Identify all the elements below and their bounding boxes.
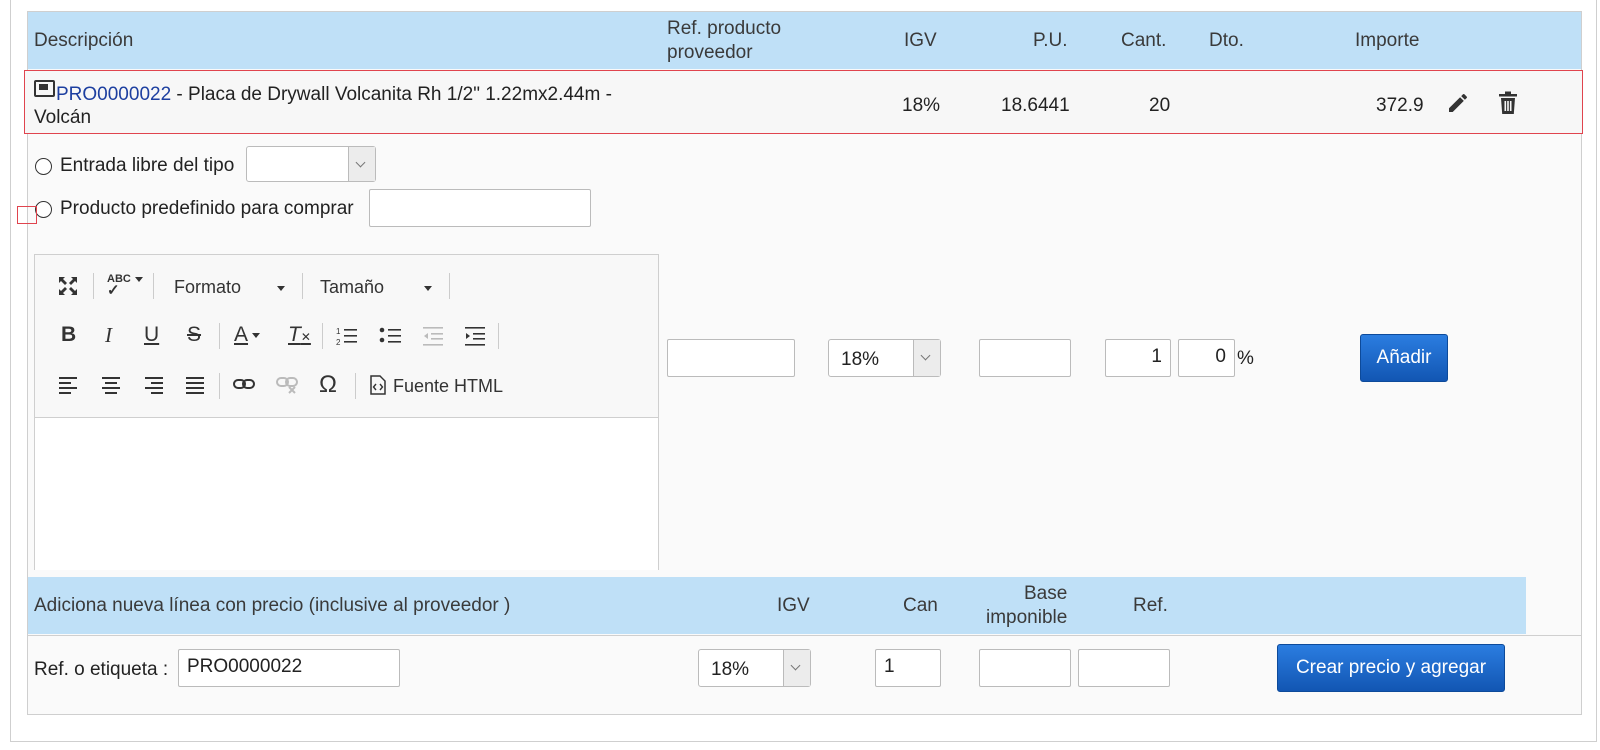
link-icon[interactable] xyxy=(233,376,255,392)
remove-format-icon[interactable]: T✕ xyxy=(288,323,311,347)
col-importe: Importe xyxy=(1355,30,1420,51)
align-center-icon[interactable] xyxy=(101,376,121,394)
toolbar-separator xyxy=(355,373,356,399)
strikethrough-icon[interactable]: S xyxy=(187,323,201,347)
bold-icon[interactable]: B xyxy=(61,323,76,347)
italic-icon[interactable]: I xyxy=(105,323,112,348)
col-pu: P.U. xyxy=(1033,30,1068,51)
col-cant: Cant. xyxy=(1121,30,1167,51)
unlink-icon xyxy=(276,377,298,394)
add-button[interactable]: Añadir xyxy=(1360,334,1448,382)
price-header: Adiciona nueva línea con precio (inclusi… xyxy=(28,577,1526,634)
price-col-base-l2: imponible xyxy=(986,607,1068,628)
spellcheck-icon[interactable]: ABC ✓ xyxy=(107,273,143,298)
caret-down-icon xyxy=(277,285,286,291)
percent-sign: % xyxy=(1237,348,1254,369)
toolbar-separator xyxy=(93,273,94,299)
source-code-icon xyxy=(370,375,386,395)
igv-select[interactable]: 18% xyxy=(828,339,941,377)
chevron-down-icon xyxy=(348,147,375,181)
taxable-base-input[interactable] xyxy=(979,649,1071,687)
toolbar-separator xyxy=(302,273,303,299)
price-col-can: Can xyxy=(903,595,938,616)
price-ref-input[interactable] xyxy=(1078,649,1170,687)
pencil-icon[interactable] xyxy=(1446,91,1470,115)
toolbar-separator xyxy=(153,273,154,299)
special-char-icon[interactable]: Ω xyxy=(319,371,337,399)
editor-text-area[interactable] xyxy=(35,417,658,570)
bulleted-list-icon[interactable] xyxy=(379,325,403,347)
col-descripcion: Descripción xyxy=(34,30,134,51)
product-icon xyxy=(34,80,55,97)
text-color-icon[interactable]: A xyxy=(234,323,261,347)
price-igv-select[interactable]: 18% xyxy=(698,649,811,687)
price-col-ref: Ref. xyxy=(1133,595,1168,616)
align-left-icon[interactable] xyxy=(59,376,79,394)
line-pu: 18.6441 xyxy=(1001,95,1070,116)
toolbar-separator xyxy=(219,373,220,399)
svg-text:2: 2 xyxy=(336,338,341,347)
trash-icon[interactable] xyxy=(1497,91,1519,115)
table-header: Descripción Ref. producto proveedor IGV … xyxy=(28,12,1581,69)
product-ref-link[interactable]: PRO0000022 xyxy=(56,84,171,105)
free-entry-type-select[interactable] xyxy=(246,146,376,182)
toolbar-separator xyxy=(498,323,499,349)
numbered-list-icon[interactable]: 1 2 xyxy=(335,325,359,347)
maximize-icon[interactable] xyxy=(57,275,79,297)
toolbar-separator xyxy=(449,273,450,299)
line-description: PRO0000022 - Placa de Drywall Volcanita … xyxy=(34,80,674,129)
price-col-igv: IGV xyxy=(777,595,810,616)
svg-text:1: 1 xyxy=(336,327,341,336)
html-source-button[interactable]: Fuente HTML xyxy=(369,375,503,397)
predefined-product-label: Producto predefinido para comprar xyxy=(60,198,354,219)
col-dto: Dto. xyxy=(1209,30,1244,51)
free-entry-label: Entrada libre del tipo xyxy=(60,155,235,176)
chevron-down-icon xyxy=(783,650,810,686)
price-header-title: Adiciona nueva línea con precio (inclusi… xyxy=(34,595,511,616)
line-qty: 20 xyxy=(1149,95,1171,116)
predefined-product-radio[interactable] xyxy=(35,201,52,218)
discount-input[interactable]: 0 xyxy=(1178,339,1235,377)
col-ref-producto-l2: proveedor xyxy=(667,42,753,63)
unit-price-input[interactable] xyxy=(979,339,1071,377)
quantity-input[interactable]: 1 xyxy=(1105,339,1171,377)
col-igv: IGV xyxy=(904,30,937,51)
predefined-product-input[interactable] xyxy=(369,189,591,227)
create-price-button[interactable]: Crear precio y agregar xyxy=(1277,644,1505,692)
supplier-ref-input[interactable] xyxy=(667,339,795,377)
table-row: PRO0000022 - Placa de Drywall Volcanita … xyxy=(24,70,1583,134)
line-description-l2: Volcán xyxy=(34,107,92,128)
toolbar-separator xyxy=(219,323,220,349)
line-description-l1: - Placa de Drywall Volcanita Rh 1/2" 1.2… xyxy=(171,84,612,105)
underline-icon[interactable]: U xyxy=(144,323,159,347)
description-editor: ABC ✓ Formato Tamaño B I U S A T✕ 1 2 Ω … xyxy=(34,254,659,570)
indent-icon[interactable] xyxy=(463,325,487,347)
size-dropdown[interactable]: Tamaño xyxy=(320,277,433,298)
ref-label-input[interactable]: PRO0000022 xyxy=(178,649,400,687)
price-col-base-l1: Base xyxy=(1024,583,1068,604)
ref-label: Ref. o etiqueta : xyxy=(34,659,169,680)
chevron-down-icon xyxy=(913,340,940,376)
highlight-marker xyxy=(17,206,37,224)
price-qty-input[interactable]: 1 xyxy=(875,649,941,687)
caret-down-icon xyxy=(424,285,433,291)
line-igv: 18% xyxy=(902,95,941,116)
lines-table: Descripción Ref. producto proveedor IGV … xyxy=(24,11,1583,715)
justify-icon[interactable] xyxy=(185,376,205,394)
format-dropdown[interactable]: Formato xyxy=(174,277,286,298)
price-row: Ref. o etiqueta : PRO0000022 18% 1 Crear… xyxy=(28,635,1581,714)
col-ref-producto-l1: Ref. producto xyxy=(667,18,782,39)
toolbar-separator xyxy=(322,323,323,349)
align-right-icon[interactable] xyxy=(143,376,163,394)
free-entry-radio[interactable] xyxy=(35,158,52,175)
outdent-icon xyxy=(423,327,443,346)
line-importe: 372.9 xyxy=(1376,95,1424,116)
